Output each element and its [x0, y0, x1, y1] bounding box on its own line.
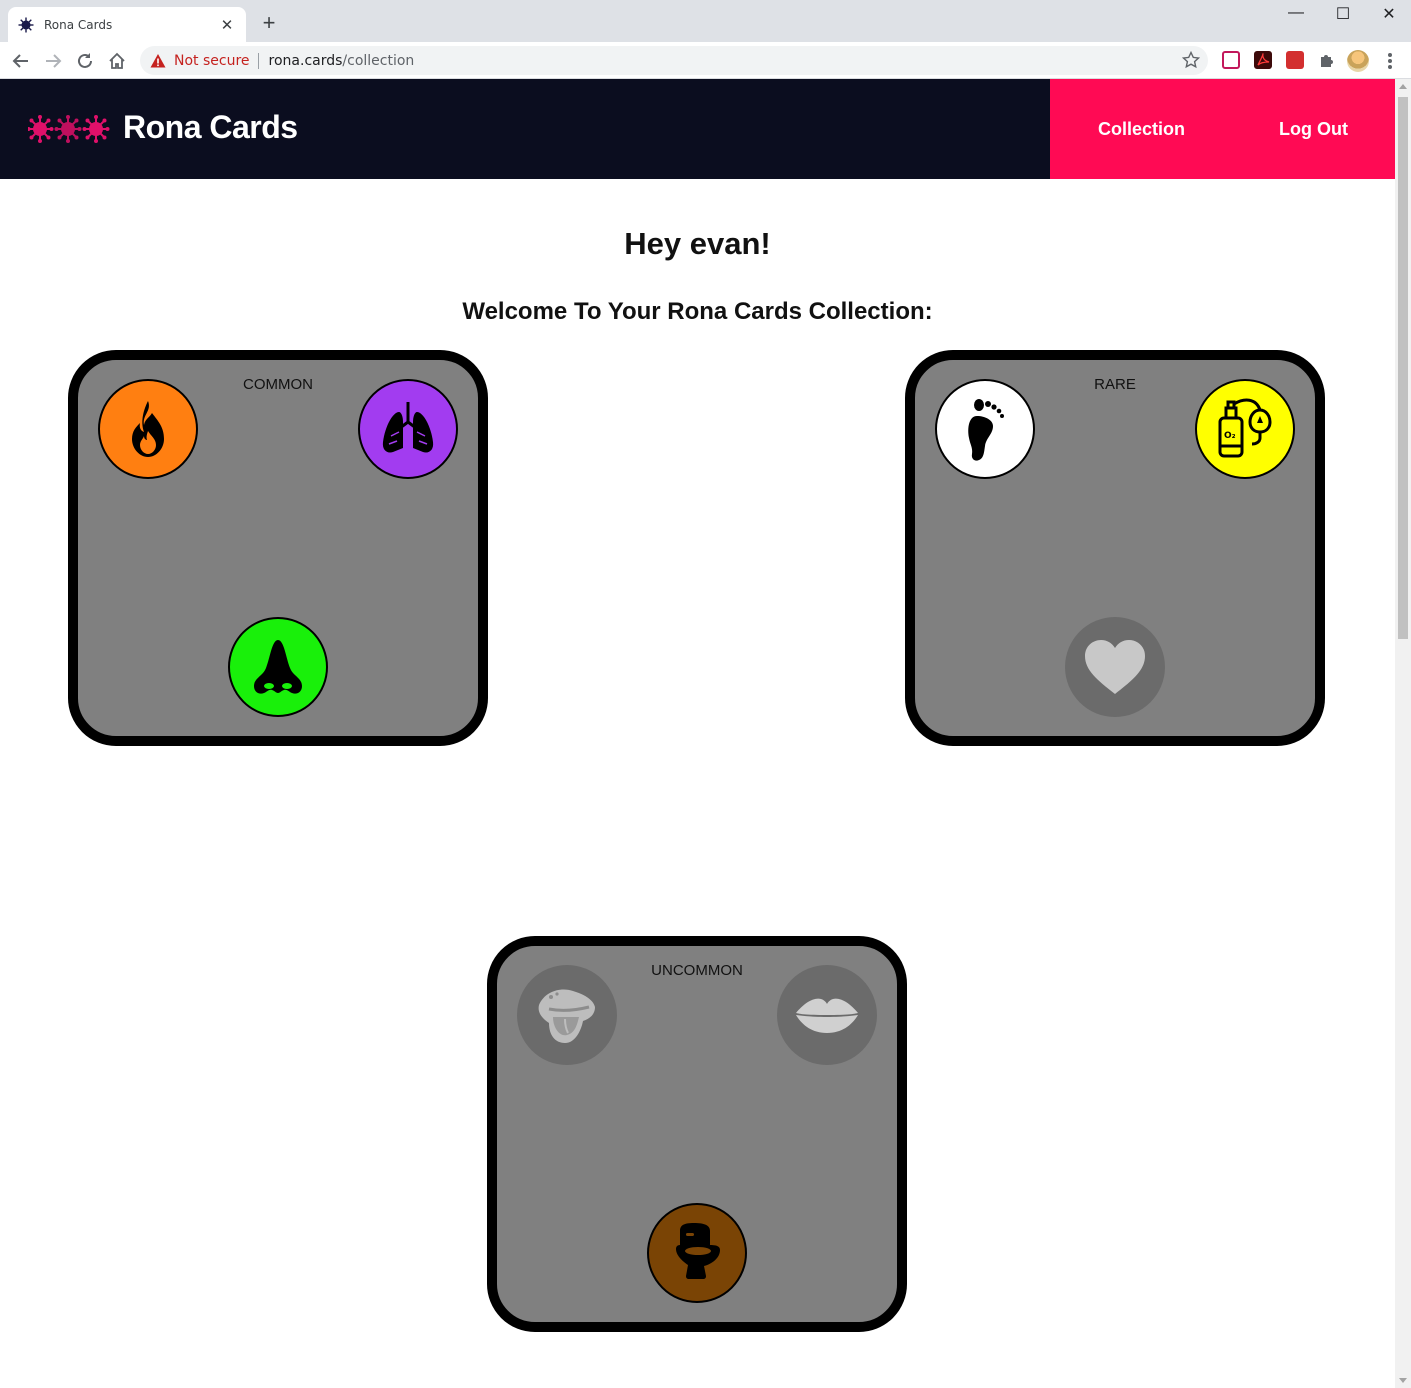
oxygen-tank-icon: O₂	[1218, 398, 1272, 458]
symptom-slot-lungs[interactable]	[358, 379, 458, 479]
address-bar[interactable]: Not secure rona.cards /collection	[140, 46, 1208, 75]
heart-icon	[1085, 640, 1145, 694]
pocket-extension-icon[interactable]	[1222, 51, 1240, 69]
nav-collection-link[interactable]: Collection	[1098, 119, 1185, 140]
acrobat-extension-icon[interactable]	[1254, 51, 1272, 69]
card-common[interactable]: COMMON	[68, 350, 488, 746]
window-close-icon[interactable]: ✕	[1374, 4, 1404, 26]
symptom-slot-toilet[interactable]	[647, 1203, 747, 1303]
back-arrow-icon[interactable]	[10, 50, 32, 72]
url-host: rona.cards	[268, 52, 343, 69]
fire-icon	[132, 401, 164, 457]
reload-icon[interactable]	[74, 50, 96, 72]
warning-icon	[150, 53, 166, 67]
virus-logo-icon	[28, 115, 111, 143]
card-uncommon[interactable]: UNCOMMON	[487, 936, 907, 1332]
browser-tabstrip: Rona Cards ✕ + — ☐ ✕	[0, 0, 1411, 42]
profile-avatar[interactable]	[1347, 50, 1369, 72]
puzzle-extensions-icon[interactable]	[1318, 51, 1336, 69]
collection-subtitle: Welcome To Your Rona Cards Collection:	[462, 298, 933, 325]
game-extension-icon[interactable]	[1286, 51, 1304, 69]
url-path: /collection	[342, 52, 415, 69]
brand-title[interactable]: Rona Cards	[123, 109, 298, 146]
symptom-slot-tongue[interactable]	[517, 965, 617, 1065]
symptom-slot-fire[interactable]	[98, 379, 198, 479]
new-tab-icon[interactable]: +	[258, 12, 280, 34]
security-label[interactable]: Not secure	[174, 53, 250, 69]
symptom-slot-heart[interactable]	[1065, 617, 1165, 717]
symptom-slot-nose[interactable]	[228, 617, 328, 717]
browser-toolbar: Not secure rona.cards /collection	[0, 42, 1411, 79]
scroll-thumb[interactable]	[1398, 97, 1408, 639]
greeting-heading: Hey evan!	[624, 226, 771, 261]
omnibox-divider	[257, 52, 259, 69]
browser-tab[interactable]: Rona Cards ✕	[8, 7, 246, 42]
minimize-icon[interactable]: —	[1281, 4, 1311, 26]
toilet-icon	[676, 1223, 720, 1279]
site-header: Rona Cards Collection Log Out	[0, 79, 1395, 179]
tongue-icon	[538, 989, 595, 1043]
page-scrollbar[interactable]	[1395, 79, 1411, 1388]
virus-favicon-icon	[18, 17, 34, 33]
tab-title: Rona Cards	[44, 17, 113, 32]
bookmark-star-icon[interactable]	[1182, 51, 1200, 69]
symptom-slot-foot[interactable]	[935, 379, 1035, 479]
nav-bar: Collection Log Out	[1050, 79, 1395, 179]
scroll-up-icon[interactable]	[1399, 84, 1407, 89]
symptom-slot-lips[interactable]	[777, 965, 877, 1065]
scroll-down-icon[interactable]	[1399, 1378, 1407, 1383]
page-viewport: Rona Cards Collection Log Out Hey evan! …	[0, 79, 1395, 1388]
nav-logout-link[interactable]: Log Out	[1279, 119, 1348, 140]
svg-text:O₂: O₂	[1224, 431, 1236, 441]
card-rare[interactable]: RARE O₂	[905, 350, 1325, 746]
nose-icon	[254, 640, 302, 694]
logo	[28, 115, 114, 143]
browser-menu-icon[interactable]	[1382, 51, 1398, 71]
symptom-slot-oxygen[interactable]: O₂	[1195, 379, 1295, 479]
home-icon[interactable]	[106, 50, 128, 72]
maximize-icon[interactable]: ☐	[1328, 4, 1358, 26]
foot-icon	[968, 399, 1004, 461]
forward-arrow-icon[interactable]	[42, 50, 64, 72]
lips-icon	[796, 998, 858, 1033]
lungs-icon	[382, 402, 434, 453]
tab-close-icon[interactable]: ✕	[218, 16, 236, 34]
